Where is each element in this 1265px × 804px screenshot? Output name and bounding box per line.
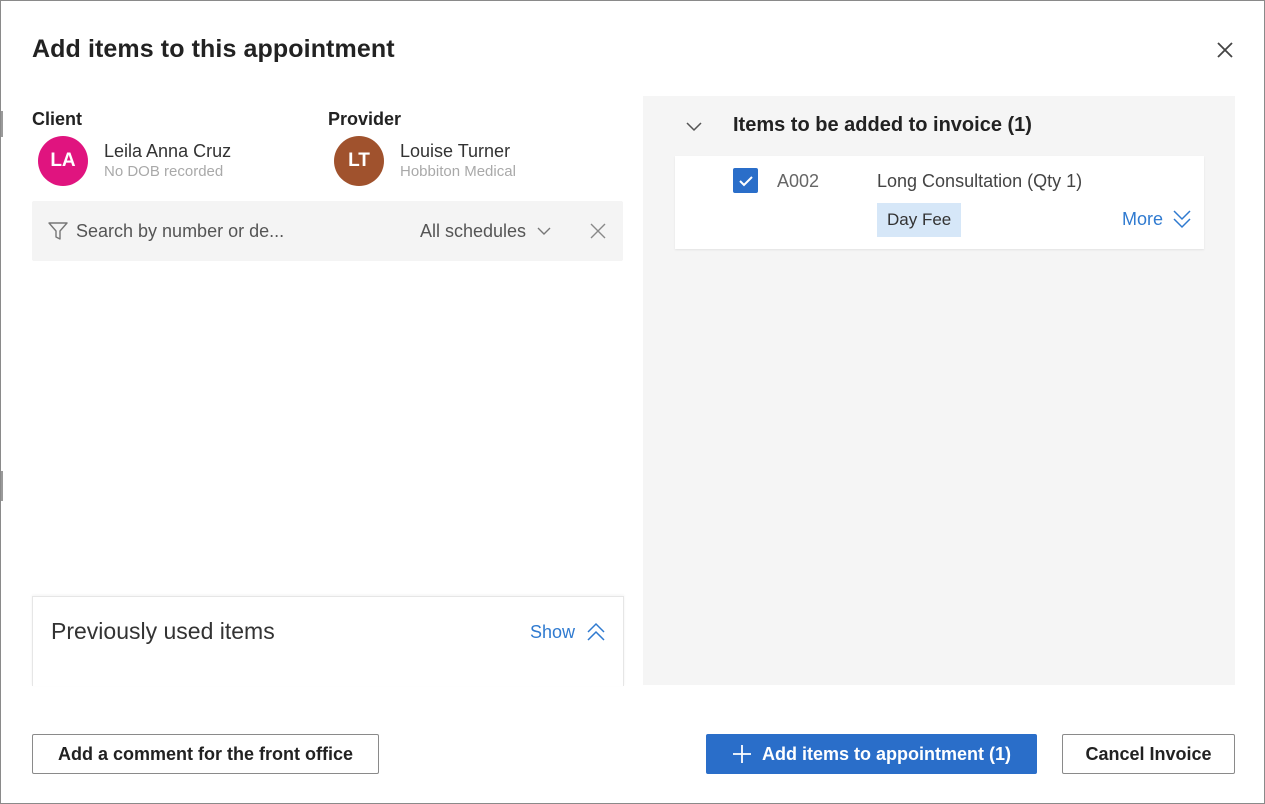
search-bar: All schedules [32, 201, 623, 261]
client-dob: No DOB recorded [104, 163, 224, 180]
add-items-button[interactable]: Add items to appointment (1) [706, 734, 1037, 774]
show-previous-toggle[interactable]: Show [530, 621, 607, 643]
close-button[interactable] [1213, 38, 1237, 62]
close-icon [1217, 42, 1233, 58]
previously-used-panel: Previously used items Show [32, 596, 624, 686]
schedule-select[interactable]: All schedules [420, 215, 552, 247]
chevron-down-icon [537, 227, 551, 235]
filter-icon [48, 222, 68, 240]
client-label: Client [32, 109, 83, 129]
double-chevron-up-icon [587, 622, 605, 641]
invoice-items-title: Items to be added to invoice (1) [733, 114, 1032, 136]
item-description: Long Consultation (Qty 1) [877, 171, 1083, 191]
cancel-invoice-button[interactable]: Cancel Invoice [1062, 734, 1235, 774]
invoice-item-card: A002 Long Consultation (Qty 1) Day Fee M… [675, 156, 1204, 249]
double-chevron-down-icon [1173, 210, 1191, 229]
edge-marker [1, 471, 3, 501]
client-section: Client LA Leila Anna Cruz No DOB recorde… [32, 109, 231, 186]
add-items-dialog: Add items to this appointment Client LA … [0, 0, 1265, 804]
provider-initials: LT [348, 150, 370, 171]
item-checkbox[interactable] [733, 168, 758, 193]
collapse-chevron-icon[interactable] [685, 117, 703, 135]
provider-section: Provider LT Louise Turner Hobbiton Medic… [328, 109, 516, 186]
dialog-title: Add items to this appointment [32, 35, 395, 63]
invoice-items-panel: Items to be added to invoice (1) A002 Lo… [643, 96, 1235, 685]
edge-marker [1, 111, 3, 137]
add-comment-button[interactable]: Add a comment for the front office [32, 734, 379, 774]
item-code: A002 [777, 171, 820, 191]
provider-avatar: LT [334, 136, 384, 186]
plus-icon [733, 745, 751, 763]
client-initials: LA [50, 150, 76, 171]
provider-label: Provider [328, 109, 402, 129]
fee-type-badge: Day Fee [877, 203, 962, 237]
schedule-select-label: All schedules [420, 220, 527, 241]
show-label: Show [530, 621, 576, 642]
provider-practice: Hobbiton Medical [400, 163, 516, 180]
clear-search-icon[interactable] [587, 220, 609, 242]
client-avatar: LA [38, 136, 88, 186]
add-items-label: Add items to appointment (1) [762, 743, 1011, 764]
item-more-toggle[interactable]: More [1122, 208, 1193, 230]
client-name: Leila Anna Cruz [104, 141, 232, 161]
provider-name: Louise Turner [400, 141, 511, 161]
more-label: More [1122, 208, 1164, 229]
checkmark-icon [738, 175, 753, 186]
search-input[interactable] [76, 215, 316, 247]
previously-used-title: Previously used items [51, 618, 275, 644]
